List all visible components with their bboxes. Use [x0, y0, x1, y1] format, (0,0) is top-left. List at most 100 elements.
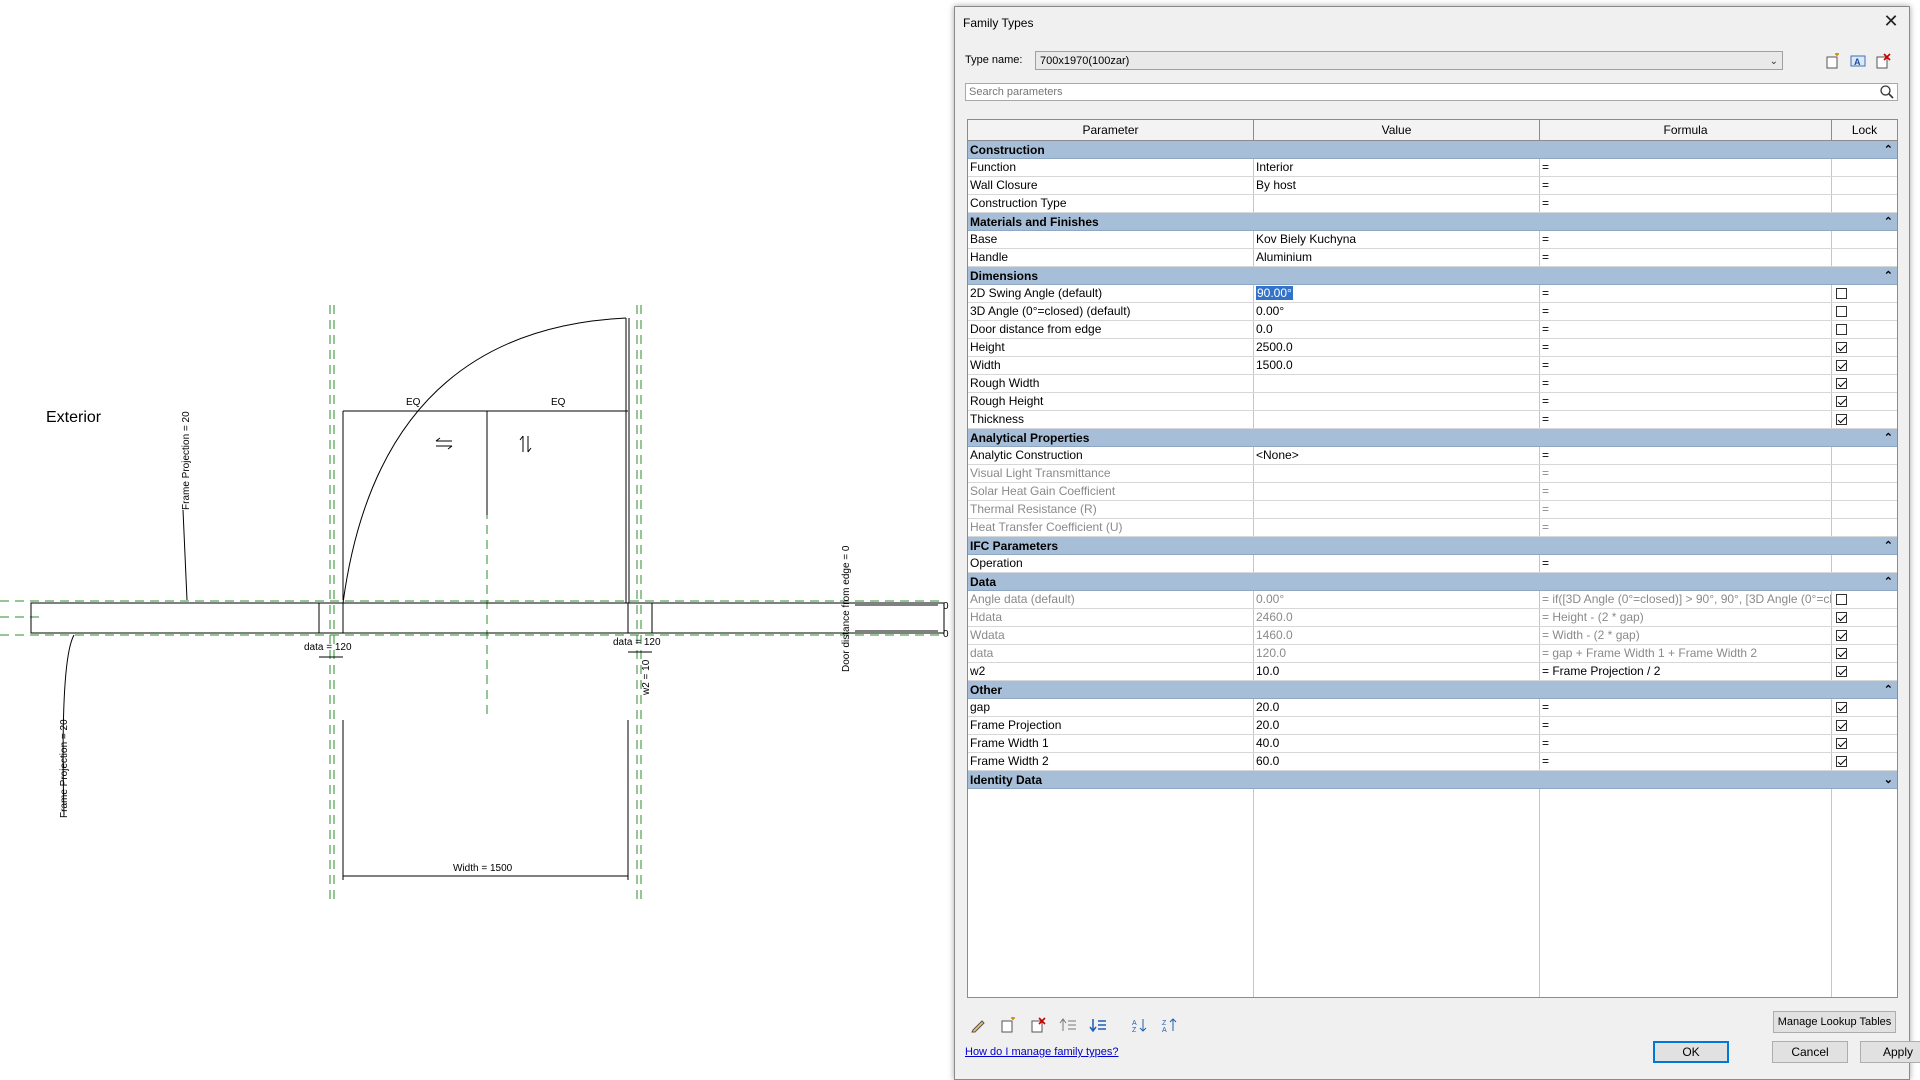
parameter-formula[interactable]: =	[1540, 177, 1832, 194]
column-header-value[interactable]: Value	[1254, 120, 1540, 140]
parameter-name[interactable]: Function	[968, 159, 1254, 176]
collapse-icon[interactable]: ⌃	[1884, 141, 1893, 159]
parameter-name[interactable]: Hdata	[968, 609, 1254, 626]
parameter-name[interactable]: Height	[968, 339, 1254, 356]
parameter-formula[interactable]: =	[1540, 249, 1832, 266]
parameter-formula[interactable]: =	[1540, 411, 1832, 428]
group-header[interactable]: Dimensions ⌃	[968, 267, 1897, 285]
parameter-value[interactable]: Aluminium	[1254, 249, 1540, 266]
new-type-button[interactable]	[1823, 51, 1843, 71]
table-row[interactable]: Construction Type =	[968, 195, 1897, 213]
lock-checkbox[interactable]	[1836, 756, 1847, 767]
lock-checkbox[interactable]	[1836, 720, 1847, 731]
delete-parameter-button[interactable]	[1027, 1015, 1049, 1035]
parameter-value[interactable]: 1460.0	[1254, 627, 1540, 644]
parameter-formula[interactable]: = Height - (2 * gap)	[1540, 609, 1832, 626]
table-row[interactable]: Operation =	[968, 555, 1897, 573]
lock-checkbox[interactable]	[1836, 378, 1847, 389]
parameter-formula[interactable]: =	[1540, 159, 1832, 176]
sort-ascending-button[interactable]: AZ	[1129, 1015, 1151, 1035]
parameter-value[interactable]: 0.0	[1254, 321, 1540, 338]
parameter-name[interactable]: Heat Transfer Coefficient (U)	[968, 519, 1254, 536]
parameter-name[interactable]: Solar Heat Gain Coefficient	[968, 483, 1254, 500]
lock-checkbox[interactable]	[1836, 702, 1847, 713]
parameter-name[interactable]: 2D Swing Angle (default)	[968, 285, 1254, 302]
table-row[interactable]: Visual Light Transmittance =	[968, 465, 1897, 483]
delete-type-button[interactable]	[1873, 51, 1893, 71]
table-row[interactable]: gap 20.0 =	[968, 699, 1897, 717]
manage-lookup-tables-button[interactable]: Manage Lookup Tables	[1773, 1011, 1896, 1033]
group-header[interactable]: Materials and Finishes ⌃	[968, 213, 1897, 231]
ok-button[interactable]: OK	[1653, 1041, 1729, 1063]
table-row[interactable]: Frame Width 2 60.0 =	[968, 753, 1897, 771]
collapse-icon[interactable]: ⌃	[1884, 537, 1893, 555]
parameter-formula[interactable]: =	[1540, 339, 1832, 356]
parameter-formula[interactable]: =	[1540, 465, 1832, 482]
lock-checkbox[interactable]	[1836, 738, 1847, 749]
parameter-value[interactable]: 2460.0	[1254, 609, 1540, 626]
parameter-value[interactable]: 40.0	[1254, 735, 1540, 752]
lock-checkbox[interactable]	[1836, 342, 1847, 353]
group-header[interactable]: IFC Parameters ⌃	[968, 537, 1897, 555]
parameter-formula[interactable]: = Width - (2 * gap)	[1540, 627, 1832, 644]
move-down-button[interactable]	[1087, 1015, 1109, 1035]
parameter-value[interactable]: 60.0	[1254, 753, 1540, 770]
parameter-name[interactable]: Frame Width 2	[968, 753, 1254, 770]
table-row[interactable]: Solar Heat Gain Coefficient =	[968, 483, 1897, 501]
parameter-formula[interactable]: = Frame Projection / 2	[1540, 663, 1832, 680]
lock-checkbox[interactable]	[1836, 360, 1847, 371]
collapse-icon[interactable]: ⌄	[1884, 771, 1893, 789]
table-row[interactable]: Base Kov Biely Kuchyna =	[968, 231, 1897, 249]
parameter-name[interactable]: Base	[968, 231, 1254, 248]
parameter-name[interactable]: Frame Projection	[968, 717, 1254, 734]
parameter-value[interactable]: 1500.0	[1254, 357, 1540, 374]
apply-button[interactable]: Apply	[1860, 1041, 1920, 1063]
parameter-formula[interactable]: =	[1540, 501, 1832, 518]
lock-checkbox[interactable]	[1836, 396, 1847, 407]
parameter-formula[interactable]: =	[1540, 447, 1832, 464]
parameter-value[interactable]: Kov Biely Kuchyna	[1254, 231, 1540, 248]
parameter-value[interactable]	[1254, 483, 1540, 500]
search-input[interactable]: Search parameters	[965, 83, 1898, 101]
parameter-formula[interactable]: = gap + Frame Width 1 + Frame Width 2	[1540, 645, 1832, 662]
collapse-icon[interactable]: ⌃	[1884, 681, 1893, 699]
parameter-formula[interactable]: =	[1540, 321, 1832, 338]
parameter-name[interactable]: 3D Angle (0°=closed) (default)	[968, 303, 1254, 320]
lock-checkbox[interactable]	[1836, 666, 1847, 677]
parameter-formula[interactable]: =	[1540, 357, 1832, 374]
parameter-value[interactable]	[1254, 375, 1540, 392]
table-row[interactable]: Analytic Construction <None> =	[968, 447, 1897, 465]
table-row[interactable]: 3D Angle (0°=closed) (default) 0.00° =	[968, 303, 1897, 321]
drawing-canvas[interactable]: Exterior EQ EQ Width = 1500 data = 120 d…	[0, 0, 955, 1080]
parameter-name[interactable]: Thickness	[968, 411, 1254, 428]
parameter-name[interactable]: w2	[968, 663, 1254, 680]
parameter-value[interactable]: 10.0	[1254, 663, 1540, 680]
type-name-select[interactable]: 700x1970(100zar) ⌄	[1035, 51, 1783, 70]
parameter-name[interactable]: gap	[968, 699, 1254, 716]
move-up-button[interactable]	[1057, 1015, 1079, 1035]
table-row[interactable]: Wall Closure By host =	[968, 177, 1897, 195]
table-row[interactable]: Function Interior =	[968, 159, 1897, 177]
parameter-value[interactable]	[1254, 411, 1540, 428]
parameter-name[interactable]: Angle data (default)	[968, 591, 1254, 608]
column-header-formula[interactable]: Formula	[1540, 120, 1832, 140]
table-row[interactable]: Height 2500.0 =	[968, 339, 1897, 357]
table-row[interactable]: Rough Width =	[968, 375, 1897, 393]
parameter-value[interactable]	[1254, 195, 1540, 212]
lock-checkbox[interactable]	[1836, 324, 1847, 335]
parameter-name[interactable]: Wall Closure	[968, 177, 1254, 194]
table-row[interactable]: Rough Height =	[968, 393, 1897, 411]
column-header-parameter[interactable]: Parameter	[968, 120, 1254, 140]
parameter-value[interactable]	[1254, 393, 1540, 410]
parameter-value[interactable]	[1254, 465, 1540, 482]
parameter-formula[interactable]: =	[1540, 375, 1832, 392]
parameter-value[interactable]: 2500.0	[1254, 339, 1540, 356]
parameter-formula[interactable]: = if([3D Angle (0°=closed)] > 90°, 90°, …	[1540, 591, 1832, 608]
table-row[interactable]: Frame Width 1 40.0 =	[968, 735, 1897, 753]
group-header[interactable]: Analytical Properties ⌃	[968, 429, 1897, 447]
parameter-name[interactable]: Width	[968, 357, 1254, 374]
group-header[interactable]: Identity Data ⌄	[968, 771, 1897, 789]
parameter-name[interactable]: Door distance from edge	[968, 321, 1254, 338]
table-row[interactable]: Thickness =	[968, 411, 1897, 429]
lock-checkbox[interactable]	[1836, 414, 1847, 425]
